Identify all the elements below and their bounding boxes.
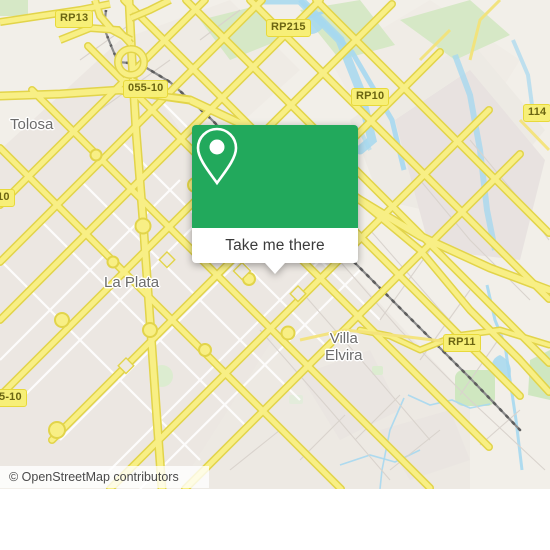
callout-pointer — [265, 263, 285, 274]
road-shield: RP11 — [443, 334, 481, 352]
place-label-tolosa: Tolosa — [10, 116, 54, 133]
attribution-text[interactable]: © OpenStreetMap contributors — [9, 470, 179, 484]
road-shield: RP215 — [266, 19, 311, 37]
road-shield: RP13 — [55, 10, 94, 28]
road-shield: 114 — [523, 104, 550, 122]
place-label-line: Elvira — [325, 347, 363, 364]
place-label-villa-elvira: Villa Elvira — [325, 330, 363, 364]
place-label-la-plata: La Plata — [104, 274, 160, 291]
road-shield: 10 — [0, 189, 15, 207]
moovit-map-screenshot: RP13 RP215 055-10 RP10 114 10 RP11 5-10 … — [0, 0, 550, 550]
road-shield: 5-10 — [0, 389, 27, 407]
road-shield: 055-10 — [123, 80, 169, 98]
place-label-line: Villa — [329, 330, 358, 347]
map-pin-icon — [196, 127, 238, 186]
take-me-there-label: Take me there — [225, 236, 325, 254]
callout-marker-panel — [192, 125, 358, 228]
road-shield: RP10 — [351, 88, 390, 106]
map-canvas[interactable]: RP13 RP215 055-10 RP10 114 10 RP11 5-10 … — [0, 0, 550, 489]
location-callout[interactable]: Take me there — [192, 125, 358, 274]
take-me-there-button[interactable]: Take me there — [192, 228, 358, 274]
footer-bar: Consejo De Integración De Personas Disca… — [0, 489, 550, 550]
